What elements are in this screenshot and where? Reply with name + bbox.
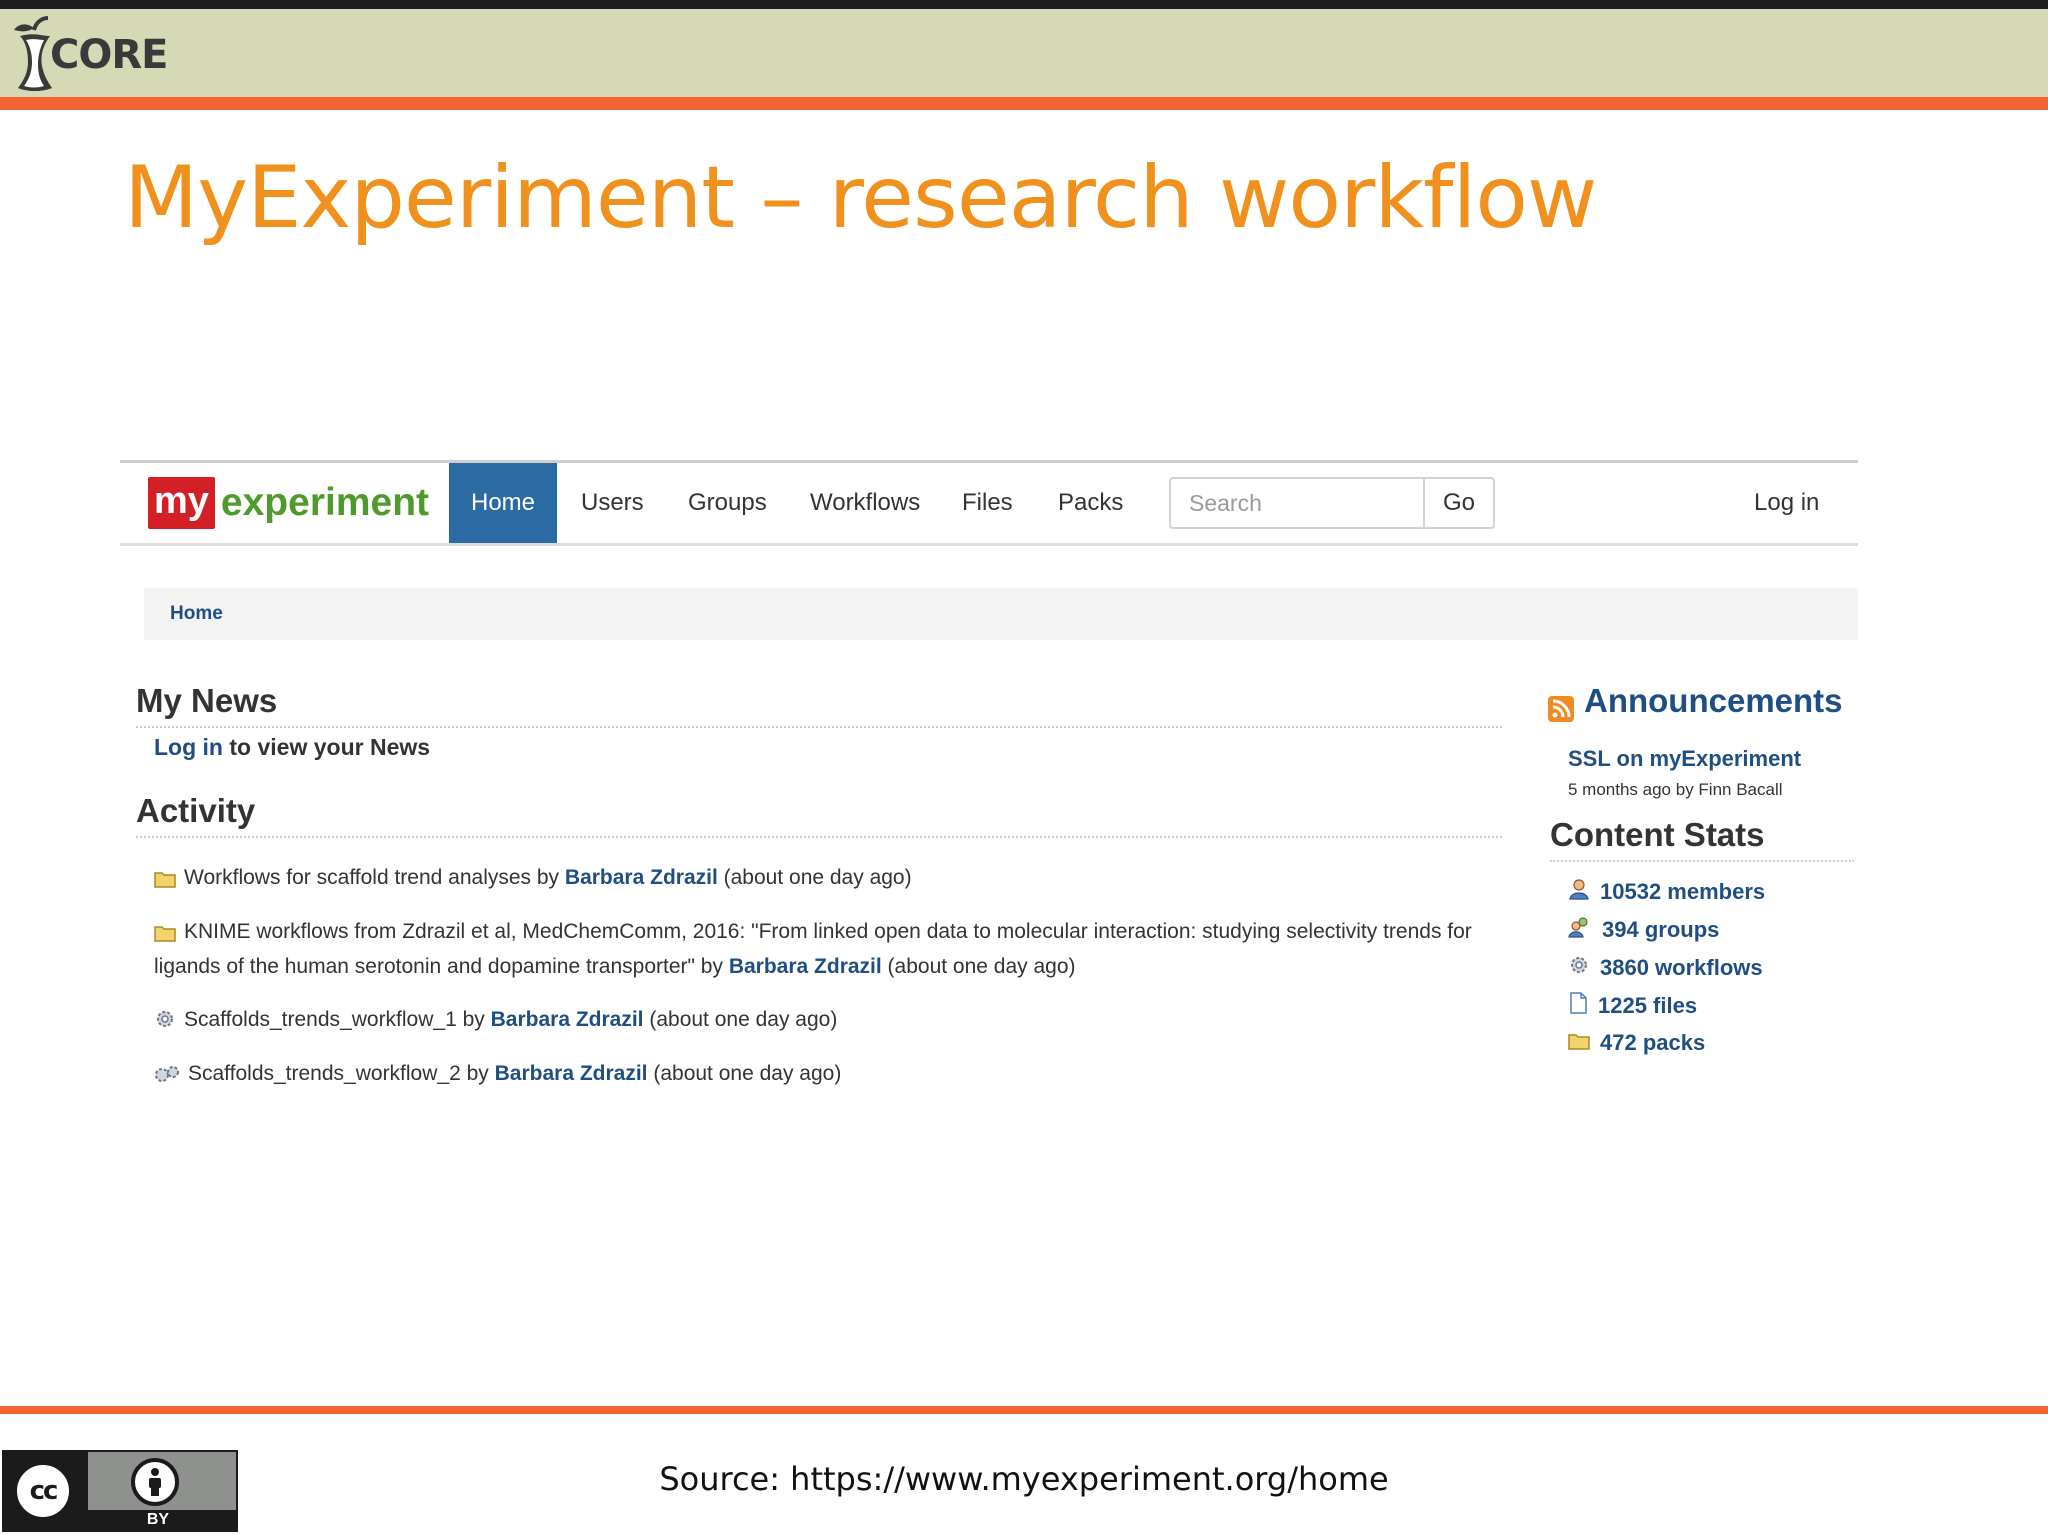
cc-by-label: BY: [146, 1511, 170, 1528]
announcement-link[interactable]: SSL on myExperiment: [1568, 746, 1801, 772]
myexperiment-screenshot: my experiment Home Users Groups Workflow…: [120, 460, 1858, 1090]
news-login-prompt: Log in to view your News: [154, 734, 430, 761]
nav-home[interactable]: Home: [449, 463, 557, 543]
stat-workflows[interactable]: 3860 workflows: [1568, 954, 1763, 982]
activity-item-by: by: [456, 1008, 491, 1031]
activity-item-by: by: [531, 866, 565, 889]
news-login-text: to view your News: [222, 734, 431, 760]
gears-icon: [154, 1062, 180, 1090]
activity-item-by: by: [460, 1062, 495, 1085]
folder-icon: [154, 866, 176, 897]
nav-files[interactable]: Files: [962, 463, 1013, 543]
nav-packs[interactable]: Packs: [1058, 463, 1123, 543]
activity-item-author[interactable]: Barbara Zdrazil: [491, 1008, 644, 1031]
stat-label: 394 groups: [1602, 917, 1720, 942]
core-logo-text: CORE: [50, 32, 168, 78]
activity-item-time: (about one day ago): [643, 1008, 838, 1031]
folder-icon: [1568, 1030, 1590, 1056]
news-login-link[interactable]: Log in: [154, 734, 223, 760]
search-go-button[interactable]: Go: [1423, 477, 1495, 529]
stat-label: 472 packs: [1600, 1030, 1706, 1055]
slide-title: MyExperiment – research workflow: [124, 148, 1597, 248]
announcement-meta: 5 months ago by Finn Bacall: [1568, 780, 1783, 799]
activity-item: KNIME workflows from Zdrazil et al, MedC…: [154, 916, 1504, 982]
slide-header-bar: [0, 9, 2048, 97]
slide-top-border: [0, 0, 2048, 9]
breadcrumb-home[interactable]: Home: [170, 603, 223, 625]
gear-icon: [154, 1008, 176, 1039]
nav-groups[interactable]: Groups: [688, 463, 767, 543]
divider: [136, 726, 1502, 728]
group-icon: [1568, 916, 1592, 944]
stat-members[interactable]: 10532 members: [1568, 878, 1765, 906]
core-logo: CORE: [12, 12, 168, 96]
nav-login[interactable]: Log in: [1754, 463, 1819, 543]
divider: [1550, 860, 1854, 862]
rss-icon[interactable]: [1548, 696, 1574, 722]
nav-workflows[interactable]: Workflows: [810, 463, 920, 543]
activity-item-time: (about one day ago): [717, 866, 912, 889]
stat-label: 3860 workflows: [1600, 955, 1763, 980]
search-input[interactable]: [1169, 477, 1425, 529]
brand-my: my: [148, 477, 215, 529]
gear-icon: [1568, 954, 1590, 982]
activity-item: Scaffolds_trends_workflow_2 by Barbara Z…: [154, 1058, 1504, 1090]
activity-item-author[interactable]: Barbara Zdrazil: [495, 1062, 648, 1085]
activity-heading: Activity: [136, 792, 256, 829]
activity-item-author[interactable]: Barbara Zdrazil: [565, 866, 718, 889]
activity-item-time: (about one day ago): [647, 1062, 842, 1085]
activity-item-title[interactable]: Scaffolds_trends_workflow_1: [184, 1008, 457, 1031]
breadcrumb: Home: [144, 588, 1858, 640]
folder-icon: [154, 920, 176, 951]
activity-item-by: by: [694, 955, 729, 978]
divider: [136, 836, 1502, 838]
stat-packs[interactable]: 472 packs: [1568, 1030, 1705, 1056]
file-icon: [1568, 992, 1588, 1020]
content-stats-heading: Content Stats: [1550, 816, 1765, 853]
activity-item: Workflows for scaffold trend analyses by…: [154, 862, 1504, 897]
brand-experiment: experiment: [220, 481, 430, 524]
stat-files[interactable]: 1225 files: [1568, 992, 1697, 1020]
activity-item-author[interactable]: Barbara Zdrazil: [729, 955, 882, 978]
announcements-heading[interactable]: Announcements: [1584, 682, 1843, 720]
stat-label: 10532 members: [1600, 879, 1766, 904]
navbar: my experiment Home Users Groups Workflow…: [120, 460, 1858, 546]
slide-footer-rule: [0, 1406, 2048, 1414]
stat-groups[interactable]: 394 groups: [1568, 916, 1719, 944]
activity-item-title[interactable]: Workflows for scaffold trend analyses: [184, 866, 531, 889]
nav-users[interactable]: Users: [581, 463, 644, 543]
slide-header-rule: [0, 97, 2048, 110]
user-icon: [1568, 878, 1590, 906]
activity-item-time: (about one day ago): [881, 955, 1076, 978]
source-caption: Source: https://www.myexperiment.org/hom…: [659, 1460, 1389, 1498]
stat-label: 1225 files: [1598, 993, 1698, 1018]
activity-item: Scaffolds_trends_workflow_1 by Barbara Z…: [154, 1004, 1504, 1039]
my-news-heading: My News: [136, 682, 278, 719]
myexperiment-logo[interactable]: my experiment: [148, 477, 429, 529]
activity-item-title[interactable]: Scaffolds_trends_workflow_2: [188, 1062, 461, 1085]
